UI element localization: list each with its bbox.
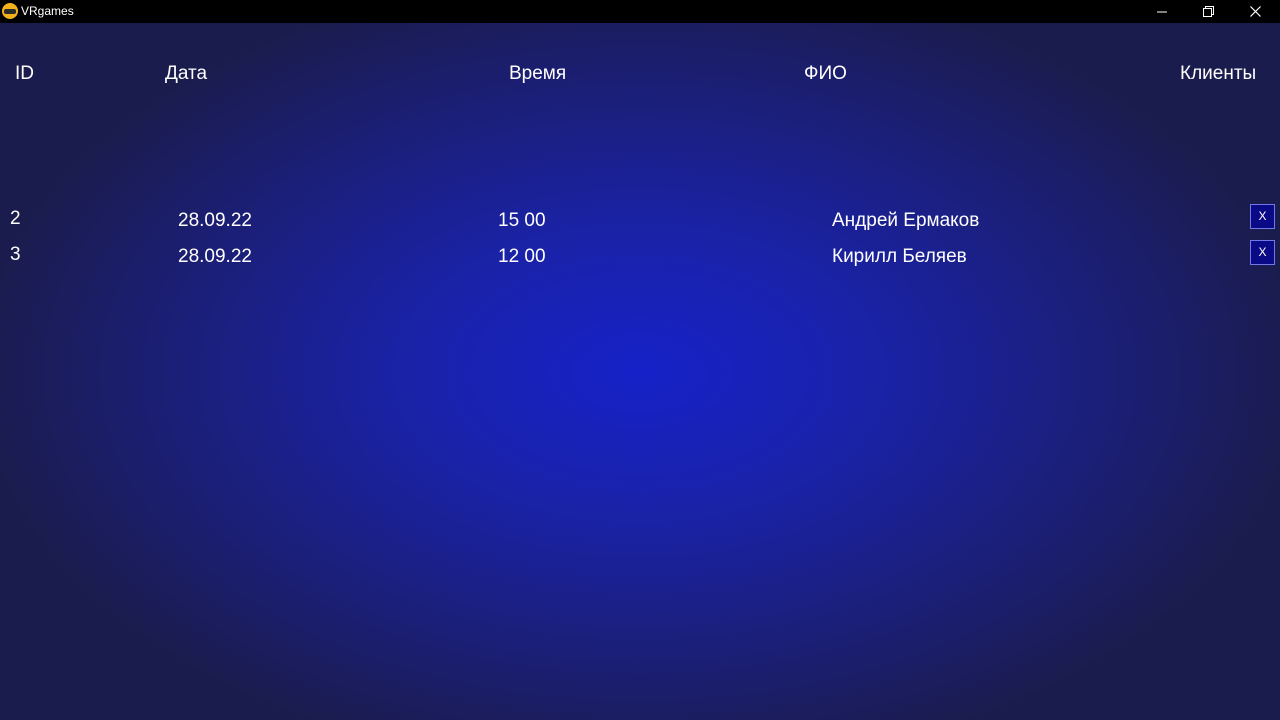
cell-date: 28.09.22: [178, 246, 252, 267]
bookings-view: ID Дата Время ФИО Клиенты 2 28.09.22 15 …: [0, 23, 1280, 720]
minimize-icon: [1157, 11, 1167, 12]
cell-date: 28.09.22: [178, 210, 252, 231]
cell-time: 12 00: [498, 246, 546, 267]
restore-icon: [1202, 6, 1214, 17]
close-icon: [1249, 6, 1261, 17]
delete-row-button[interactable]: X: [1250, 240, 1275, 265]
title-bar[interactable]: VRgames: [0, 0, 1280, 23]
header-time: Время: [509, 63, 567, 84]
cell-time: 15 00: [498, 210, 546, 231]
cell-id: 2: [10, 208, 21, 229]
cell-id: 3: [10, 244, 21, 265]
clients-link[interactable]: Клиенты: [1180, 63, 1256, 85]
cell-name: Кирилл Беляев: [832, 246, 967, 267]
header-name: ФИО: [804, 63, 847, 84]
header-id: ID: [15, 63, 34, 84]
minimize-button[interactable]: [1139, 0, 1185, 23]
vr-headset-icon: [2, 3, 18, 19]
close-button[interactable]: [1232, 0, 1278, 23]
app-window: VRgames ID Дата Время ФИО Клиенты 2 28.0…: [0, 0, 1280, 720]
header-date: Дата: [165, 63, 208, 84]
cell-name: Андрей Ермаков: [832, 210, 980, 231]
restore-button[interactable]: [1185, 0, 1231, 23]
delete-row-button[interactable]: X: [1250, 204, 1275, 229]
window-title: VRgames: [21, 4, 74, 18]
